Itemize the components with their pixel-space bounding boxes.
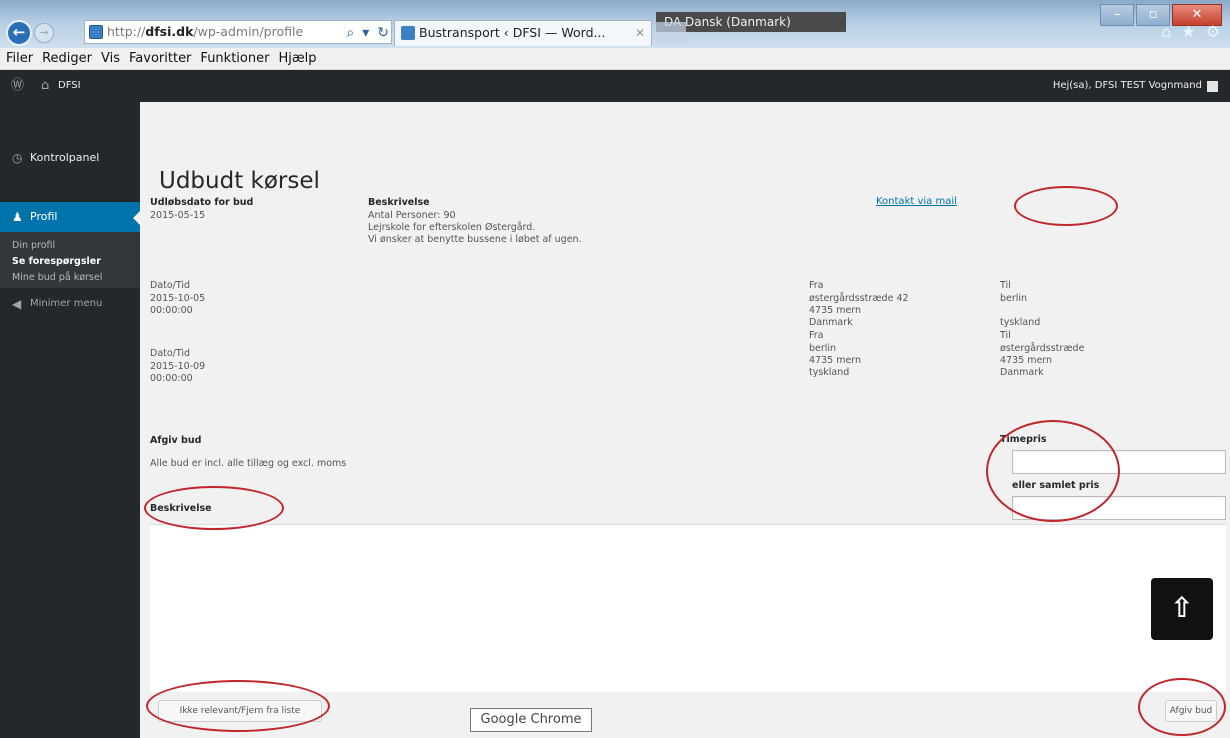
- site-name[interactable]: DFSI: [58, 70, 81, 102]
- total-price-label: eller samlet pris: [1012, 480, 1100, 491]
- description-label: Beskrivelse: [368, 197, 430, 208]
- trip-from-line: tyskland: [809, 367, 850, 378]
- avatar[interactable]: [1207, 81, 1218, 92]
- trip-to-line: tyskland: [1000, 317, 1041, 328]
- browser-titlebar: DA Dansk (Danmark) – ▫ ✕ ← → http://dfsi…: [0, 0, 1230, 48]
- total-price-input[interactable]: [1012, 496, 1226, 520]
- trip-to-line: berlin: [1000, 293, 1028, 304]
- address-bar[interactable]: http://dfsi.dk/wp-admin/profile ⌕ ▾ ↻: [84, 20, 392, 44]
- scroll-to-top-icon[interactable]: ⇧: [1151, 578, 1213, 640]
- expiry-value: 2015-05-15: [150, 210, 206, 221]
- trip-time: 00:00:00: [150, 305, 193, 316]
- bid-section-label: Afgiv bud: [150, 435, 202, 446]
- back-button[interactable]: ←: [6, 20, 32, 46]
- dashboard-icon: ◷: [12, 151, 23, 165]
- trip-to-line: østergårdsstræde: [1000, 343, 1085, 354]
- minimize-button[interactable]: –: [1100, 4, 1134, 26]
- wordpress-logo-icon[interactable]: Ⓦ: [11, 70, 24, 102]
- wp-admin-bar: Ⓦ ⌂ DFSI Hej(sa), DFSI TEST Vognmand: [0, 70, 1230, 102]
- trip-from-label: Fra: [809, 330, 824, 341]
- browser-toolbar-icons: ⌂ ★ ⚙: [1161, 22, 1220, 41]
- refresh-icon[interactable]: ↻: [377, 22, 389, 43]
- description-line: Lejrskole for efterskolen Østergård.: [368, 222, 536, 233]
- trip-datetime-label: Dato/Tid: [150, 348, 191, 359]
- trip-from-label: Fra: [809, 280, 824, 291]
- submenu-item-view-requests[interactable]: Se forespørgsler: [12, 256, 101, 267]
- trip-date: 2015-10-09: [150, 361, 206, 372]
- trip-from-line: 4735 mern: [809, 305, 862, 316]
- address-path: /wp-admin/profile: [193, 24, 304, 39]
- menu-edit[interactable]: Rediger: [42, 51, 92, 66]
- bid-description-textarea[interactable]: [150, 524, 1226, 692]
- description-line: Antal Personer: 90: [368, 210, 456, 221]
- trip-to-label: Til: [1000, 280, 1011, 291]
- settings-gear-icon[interactable]: ⚙: [1206, 22, 1220, 41]
- page-title: Udbudt kørsel: [159, 168, 320, 194]
- not-relevant-button[interactable]: Ikke relevant/Fjern fra liste: [158, 700, 322, 722]
- trip-to-line: 4735 mern: [1000, 355, 1053, 366]
- user-greeting[interactable]: Hej(sa), DFSI TEST Vognmand: [1053, 70, 1202, 102]
- hourly-price-label: Timepris: [1000, 434, 1047, 445]
- collapse-label: Minimer menu: [30, 298, 103, 309]
- site-home-icon[interactable]: ⌂: [41, 70, 49, 102]
- expiry-label: Udløbsdato for bud: [150, 197, 254, 208]
- admin-sidebar: ◷ Kontrolpanel ♟ Profil Din profil Se fo…: [0, 102, 140, 738]
- sidebar-item-label: Kontrolpanel: [30, 151, 100, 164]
- address-host: dfsi.dk: [145, 24, 194, 39]
- submenu-item-your-profile[interactable]: Din profil: [12, 240, 55, 251]
- submenu-item-my-bids[interactable]: Mine bud på kørsel: [12, 272, 102, 283]
- tab-favicon-icon: [401, 26, 415, 40]
- browser-tab[interactable]: Bustransport ‹ DFSI — Word... ✕: [394, 20, 652, 46]
- trip-time: 00:00:00: [150, 373, 193, 384]
- address-prefix: http://: [107, 24, 146, 39]
- trip-from-line: 4735 mern: [809, 355, 862, 366]
- favorites-star-icon[interactable]: ★: [1181, 22, 1195, 41]
- bid-description-label: Beskrivelse: [150, 503, 212, 514]
- sidebar-item-profile[interactable]: ♟ Profil: [0, 202, 140, 232]
- trip-date: 2015-10-05: [150, 293, 206, 304]
- contact-via-mail-link[interactable]: Kontakt via mail: [876, 196, 957, 207]
- search-icon[interactable]: ⌕: [346, 22, 354, 43]
- menu-help[interactable]: Hjælp: [278, 51, 316, 66]
- page-favicon-icon: [89, 25, 103, 39]
- address-tools: ⌕ ▾ ↻: [342, 22, 389, 43]
- sidebar-item-dashboard[interactable]: ◷ Kontrolpanel: [0, 141, 140, 175]
- hourly-price-input[interactable]: [1012, 450, 1226, 474]
- forward-button[interactable]: →: [34, 23, 54, 43]
- browser-menubar: Filer Rediger Vis Favoritter Funktioner Hjælp: [0, 48, 1230, 70]
- collapse-menu[interactable]: ◀ Minimer menu: [0, 287, 140, 321]
- current-menu-arrow: [133, 211, 140, 225]
- trip-from-line: Danmark: [809, 317, 853, 328]
- trip-from-line: østergårdsstræde 42: [809, 293, 909, 304]
- sidebar-item-label: Profil: [30, 210, 58, 223]
- menu-tools[interactable]: Funktioner: [200, 51, 269, 66]
- bid-note: Alle bud er incl. alle tillæg og excl. m…: [150, 458, 347, 469]
- user-icon: ♟: [12, 210, 23, 224]
- profile-submenu: Din profil Se forespørgsler Mine bud på …: [0, 232, 140, 288]
- submit-bid-button[interactable]: Afgiv bud: [1165, 700, 1217, 722]
- trip-datetime-label: Dato/Tid: [150, 280, 191, 291]
- menu-favorites[interactable]: Favoritter: [129, 51, 191, 66]
- dropdown-icon[interactable]: ▾: [362, 22, 369, 43]
- trip-to-label: Til: [1000, 330, 1011, 341]
- trip-from-line: berlin: [809, 343, 837, 354]
- tab-close-icon[interactable]: ✕: [635, 21, 645, 45]
- menu-view[interactable]: Vis: [101, 51, 120, 66]
- tab-title: Bustransport ‹ DFSI — Word...: [419, 25, 606, 40]
- menu-file[interactable]: Filer: [6, 51, 33, 66]
- collapse-icon: ◀: [12, 297, 22, 311]
- trip-to-line: Danmark: [1000, 367, 1044, 378]
- new-tab-button[interactable]: [656, 22, 686, 44]
- home-icon[interactable]: ⌂: [1161, 22, 1171, 41]
- chrome-tooltip: Google Chrome: [470, 708, 592, 732]
- description-line: Vi ønsker at benytte bussene i løbet af …: [368, 234, 582, 245]
